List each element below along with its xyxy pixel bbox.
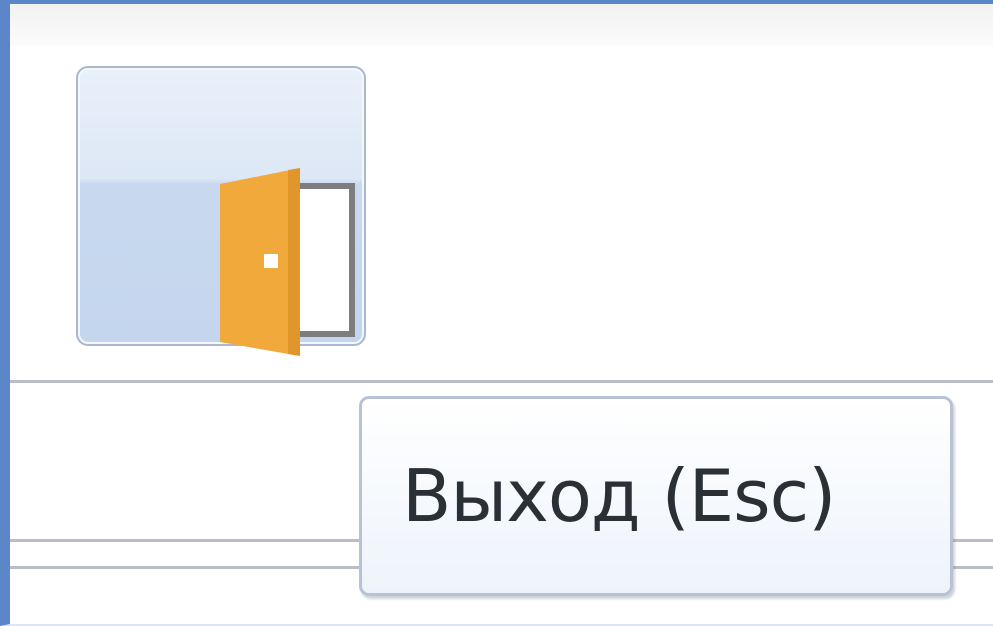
tooltip-text: Выход (Esc) xyxy=(402,454,836,538)
door-exit-icon xyxy=(220,168,355,356)
application-window: Выход (Esc) xyxy=(0,0,993,626)
row-divider xyxy=(10,380,993,383)
exit-tooltip: Выход (Esc) xyxy=(359,396,953,596)
exit-button[interactable] xyxy=(76,66,366,356)
title-strip xyxy=(10,4,993,46)
